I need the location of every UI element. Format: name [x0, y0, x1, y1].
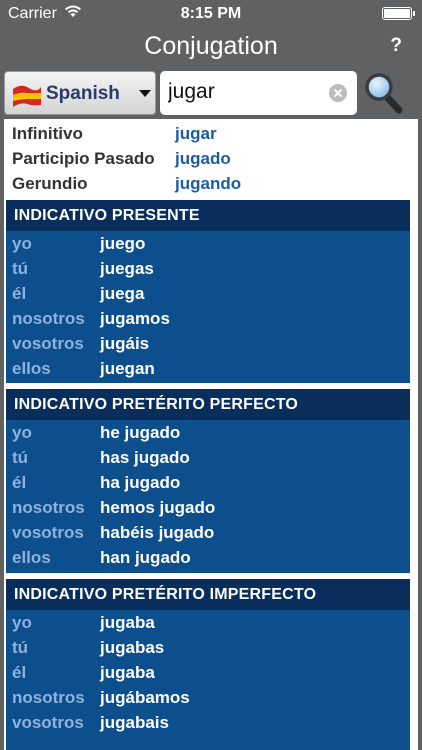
table-row: ellos juegan — [6, 356, 410, 381]
status-time: 8:15 PM — [180, 5, 242, 22]
clear-icon[interactable] — [329, 84, 347, 102]
pronoun-label: nosotros — [12, 309, 85, 328]
verb-forms: Infinitivo jugar Participio Pasado jugad… — [4, 119, 418, 197]
tense-section: INDICATIVO PRESENTE yo juego tú juegas él j… — [6, 200, 410, 383]
pronoun-label: él — [12, 284, 27, 303]
conjugated-form: juegan — [100, 359, 155, 378]
table-row: vosotros habéis jugado — [6, 520, 410, 545]
language-label: Spanish — [46, 83, 120, 104]
form-label: Infinitivo — [12, 124, 83, 143]
conjugated-form: ha jugado — [100, 473, 181, 492]
tense-section: INDICATIVO PRETÉRITO PERFECTO yo he jugad… — [6, 389, 410, 573]
table-row: ellos han jugado — [6, 545, 410, 570]
pronoun-label: tú — [12, 259, 29, 278]
pronoun-label: nosotros — [12, 498, 85, 517]
conjugated-form: hemos jugado — [100, 498, 216, 517]
pronoun-label: nosotros — [12, 688, 85, 707]
table-row: él ha jugado — [6, 470, 410, 495]
pronoun-label: él — [12, 473, 27, 492]
table-row: vosotros jugabais — [6, 710, 410, 735]
pronoun-label: yo — [12, 423, 32, 442]
table-row: tú juegas — [6, 256, 410, 281]
search-field — [160, 71, 357, 115]
pronoun-label: ellos — [12, 548, 51, 567]
form-value: jugado — [175, 149, 231, 168]
spain-flag-icon — [11, 81, 43, 112]
form-label: Gerundio — [12, 174, 88, 193]
table-row: yo juego — [6, 231, 410, 256]
conjugated-form: has jugado — [100, 448, 190, 467]
table-row: tú has jugado — [6, 445, 410, 470]
search-bar: Spanish — [0, 68, 422, 118]
conjugated-form: juega — [100, 284, 145, 303]
pronoun-label: yo — [12, 613, 32, 632]
pronoun-label: vosotros — [12, 523, 84, 542]
tense-header: INDICATIVO PRETÉRITO PERFECTO — [6, 389, 410, 420]
table-row: él jugaba — [6, 660, 410, 685]
conjugated-form: jugábamos — [100, 688, 190, 707]
conjugated-form: juegas — [100, 259, 154, 278]
chevron-down-icon — [139, 90, 151, 97]
page-title: Conjugation — [144, 32, 278, 60]
conjugated-form: jugamos — [100, 309, 170, 328]
tense-header: INDICATIVO PRESENTE — [6, 200, 410, 231]
form-value: jugar — [175, 124, 217, 143]
table-row: nosotros hemos jugado — [6, 495, 410, 520]
search-button[interactable] — [364, 72, 404, 114]
conjugated-form: jugaba — [100, 663, 155, 682]
pronoun-label: ellos — [12, 359, 51, 378]
table-row: yo jugaba — [6, 610, 410, 635]
pronoun-label: él — [12, 663, 27, 682]
conjugated-form: he jugado — [100, 423, 181, 442]
pronoun-label: tú — [12, 638, 29, 657]
language-selector[interactable]: Spanish — [4, 71, 156, 115]
navigation-bar: Conjugation ? — [0, 28, 422, 66]
search-icon — [364, 73, 404, 118]
tense-header: INDICATIVO PRETÉRITO IMPERFECTO — [6, 579, 410, 610]
search-input[interactable] — [168, 79, 318, 105]
conjugated-form: han jugado — [100, 548, 191, 567]
table-row: nosotros jugamos — [6, 306, 410, 331]
table-row: yo he jugado — [6, 420, 410, 445]
conjugation-table[interactable]: Infinitivo jugar Participio Pasado jugad… — [4, 119, 418, 750]
form-label: Participio Pasado — [12, 149, 155, 168]
table-row: él juega — [6, 281, 410, 306]
status-bar: Carrier 8:15 PM — [0, 0, 422, 28]
conjugated-form: jugabais — [100, 713, 169, 732]
table-row: nosotros jugábamos — [6, 685, 410, 710]
conjugated-form: jugáis — [100, 334, 150, 353]
pronoun-label: yo — [12, 234, 32, 253]
tense-section: INDICATIVO PRETÉRITO IMPERFECTO yo jugaba… — [6, 579, 410, 750]
form-value: jugando — [175, 174, 242, 193]
table-row: tú jugabas — [6, 635, 410, 660]
pronoun-label: vosotros — [12, 334, 84, 353]
conjugated-form: jugaba — [100, 613, 155, 632]
table-row: vosotros jugáis — [6, 331, 410, 356]
conjugated-form: juego — [100, 234, 146, 253]
conjugated-form: jugabas — [100, 638, 165, 657]
battery-icon — [382, 7, 415, 20]
conjugated-form: habéis jugado — [100, 523, 215, 542]
pronoun-label: tú — [12, 448, 29, 467]
pronoun-label: vosotros — [12, 713, 84, 732]
help-button[interactable]: ? — [390, 35, 402, 57]
